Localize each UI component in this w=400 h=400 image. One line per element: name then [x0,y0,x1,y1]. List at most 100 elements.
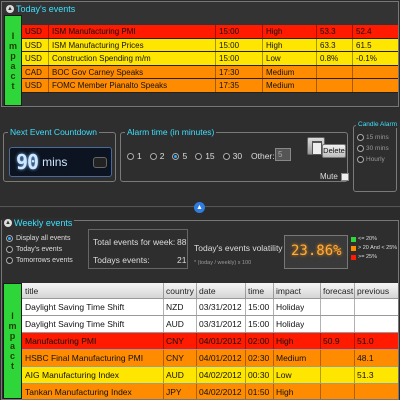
weekly-events-panel: ▲ Weekly events Display all events Today'… [1,218,399,400]
column-separator [48,38,49,52]
today-event-row[interactable]: USD ISM Manufacturing PMI 15:00 High 53.3 52.… [22,25,398,39]
collapse-icon[interactable]: ▲ [6,5,14,13]
candle-radio[interactable] [357,134,364,141]
legend-swatch [351,254,356,260]
today-event-row[interactable]: CAD BOC Gov Carney Speaks 17:30 Medium [22,65,398,80]
date-cell: 04/01/2012 [199,336,242,346]
title-cell: ISM Manufacturing PMI [52,27,136,36]
column-header-previous[interactable]: previous [357,286,389,296]
column-header-title[interactable]: title [25,286,163,296]
today-event-row[interactable]: USD Construction Spending m/m 15:00 Low 0.8%… [22,52,398,66]
countdown-unit: mins [42,155,68,169]
date-cell: 03/31/2012 [199,319,242,329]
alarm-radio-15[interactable] [195,152,203,160]
title-cell: Tankan Manufacturing Index [25,387,132,397]
column-header-forecast[interactable]: forecast [323,286,353,296]
column-separator [163,333,164,349]
candle-radio[interactable] [357,145,364,152]
column-separator [354,367,355,383]
candle-alarm-title: Candle Alarm [356,121,400,128]
collapse-icon[interactable]: ▲ [4,219,12,227]
candle-option[interactable]: 30 mins [357,145,389,152]
alarm-radio-2[interactable] [149,152,157,160]
volatility-label: Today's events volatility * : [194,243,293,253]
today-event-row[interactable]: USD FOMC Member Pianalto Speaks 17:35 Mediu… [22,79,398,93]
column-separator [245,333,246,349]
forecast-cell: 53.3 [320,27,336,36]
weekly-filter-option[interactable]: Tomorrows events [6,257,73,264]
weekly-filter-option[interactable]: Today's events [6,246,73,253]
impact-cell: High [276,387,294,397]
table-row[interactable]: Daylight Saving Time Shift NZD 03/31/2012 1… [22,299,398,316]
column-separator [245,367,246,383]
filter-radio[interactable] [6,246,13,253]
table-row[interactable]: AIG Manufacturing Index AUD 04/02/2012 00:3… [22,367,398,384]
candle-option[interactable]: 15 mins [357,134,389,141]
column-header-country[interactable]: country [166,286,194,296]
country-cell: CNY [166,353,184,363]
expand-icon[interactable]: ▲ [194,202,205,213]
filter-radio[interactable] [6,257,13,264]
filter-label: Today's events [16,246,63,253]
alarm-radio-1[interactable] [127,152,134,160]
mute-control[interactable]: Mute [320,172,349,181]
column-separator [196,333,197,349]
column-header-date[interactable]: date [199,286,216,296]
column-separator [316,79,317,92]
todays-events-header[interactable]: ▲ Today's events [4,4,78,14]
table-row[interactable]: Manufacturing PMI CNY 04/01/2012 02:00 High 5… [22,333,398,350]
total-events-label: Total events for week: [93,237,176,247]
table-row[interactable]: Tankan Manufacturing Index JPY 04/02/2012 0… [22,384,398,399]
column-separator [320,333,321,349]
mute-checkbox[interactable] [340,172,349,181]
delete-button[interactable]: Delete [322,144,346,158]
column-separator [262,38,263,52]
previous-cell: -0.1% [356,54,377,64]
column-separator [245,350,246,366]
column-separator [262,52,263,65]
column-header-impact[interactable]: impact [276,286,301,296]
column-separator [196,350,197,366]
column-separator [320,384,321,399]
column-separator [354,384,355,399]
column-separator [196,316,197,332]
table-row[interactable]: Daylight Saving Time Shift AUD 03/31/2012 1… [22,316,398,333]
country-cell: JPY [166,387,182,397]
column-separator [163,384,164,399]
alarm-radio-label: 1 [137,151,142,161]
previous-cell: 61.5 [356,40,372,50]
column-separator [352,65,353,79]
weekly-filter-option[interactable]: Display all events [6,235,73,242]
impact-cell: Low [266,54,281,64]
title-cell: FOMC Member Pianalto Speaks [52,81,168,91]
time-cell: 01:50 [248,387,270,397]
alarm-radio-5[interactable] [172,152,180,160]
impact-cell: Low [276,370,292,380]
column-separator [196,384,197,399]
column-header-time[interactable]: time [248,286,264,296]
column-separator [316,25,317,38]
filter-radio[interactable] [6,235,13,242]
title-cell: HSBC Final Manufacturing PMI [25,353,144,363]
time-cell: 15:00 [248,319,270,329]
column-separator [262,65,263,79]
candle-option[interactable]: Hourly [357,156,389,163]
column-separator [163,350,164,366]
country-cell: AUD [166,319,184,329]
weekly-events-header[interactable]: ▲ Weekly events [2,218,75,228]
today-impact-strip: Impact [4,15,22,106]
todays-events-label: Todays events: [93,255,150,265]
today-impact-label: Impact [8,30,18,91]
other-minutes-input[interactable] [275,148,291,161]
alarm-radio-30[interactable] [222,152,230,160]
column-separator [320,350,321,366]
currency-cell: USD [25,27,42,36]
candle-option-label: 30 mins [366,145,389,152]
time-cell: 15:00 [219,27,240,36]
table-row[interactable]: HSBC Final Manufacturing PMI CNY 04/01/201… [22,350,398,367]
today-event-row[interactable]: USD ISM Manufacturing Prices 15:00 High 63.3… [22,38,398,53]
title-cell: Daylight Saving Time Shift [25,319,125,329]
weekly-events-table: title country date time impact forecast previo… [22,283,398,399]
column-separator [196,283,197,298]
candle-radio[interactable] [357,156,364,163]
